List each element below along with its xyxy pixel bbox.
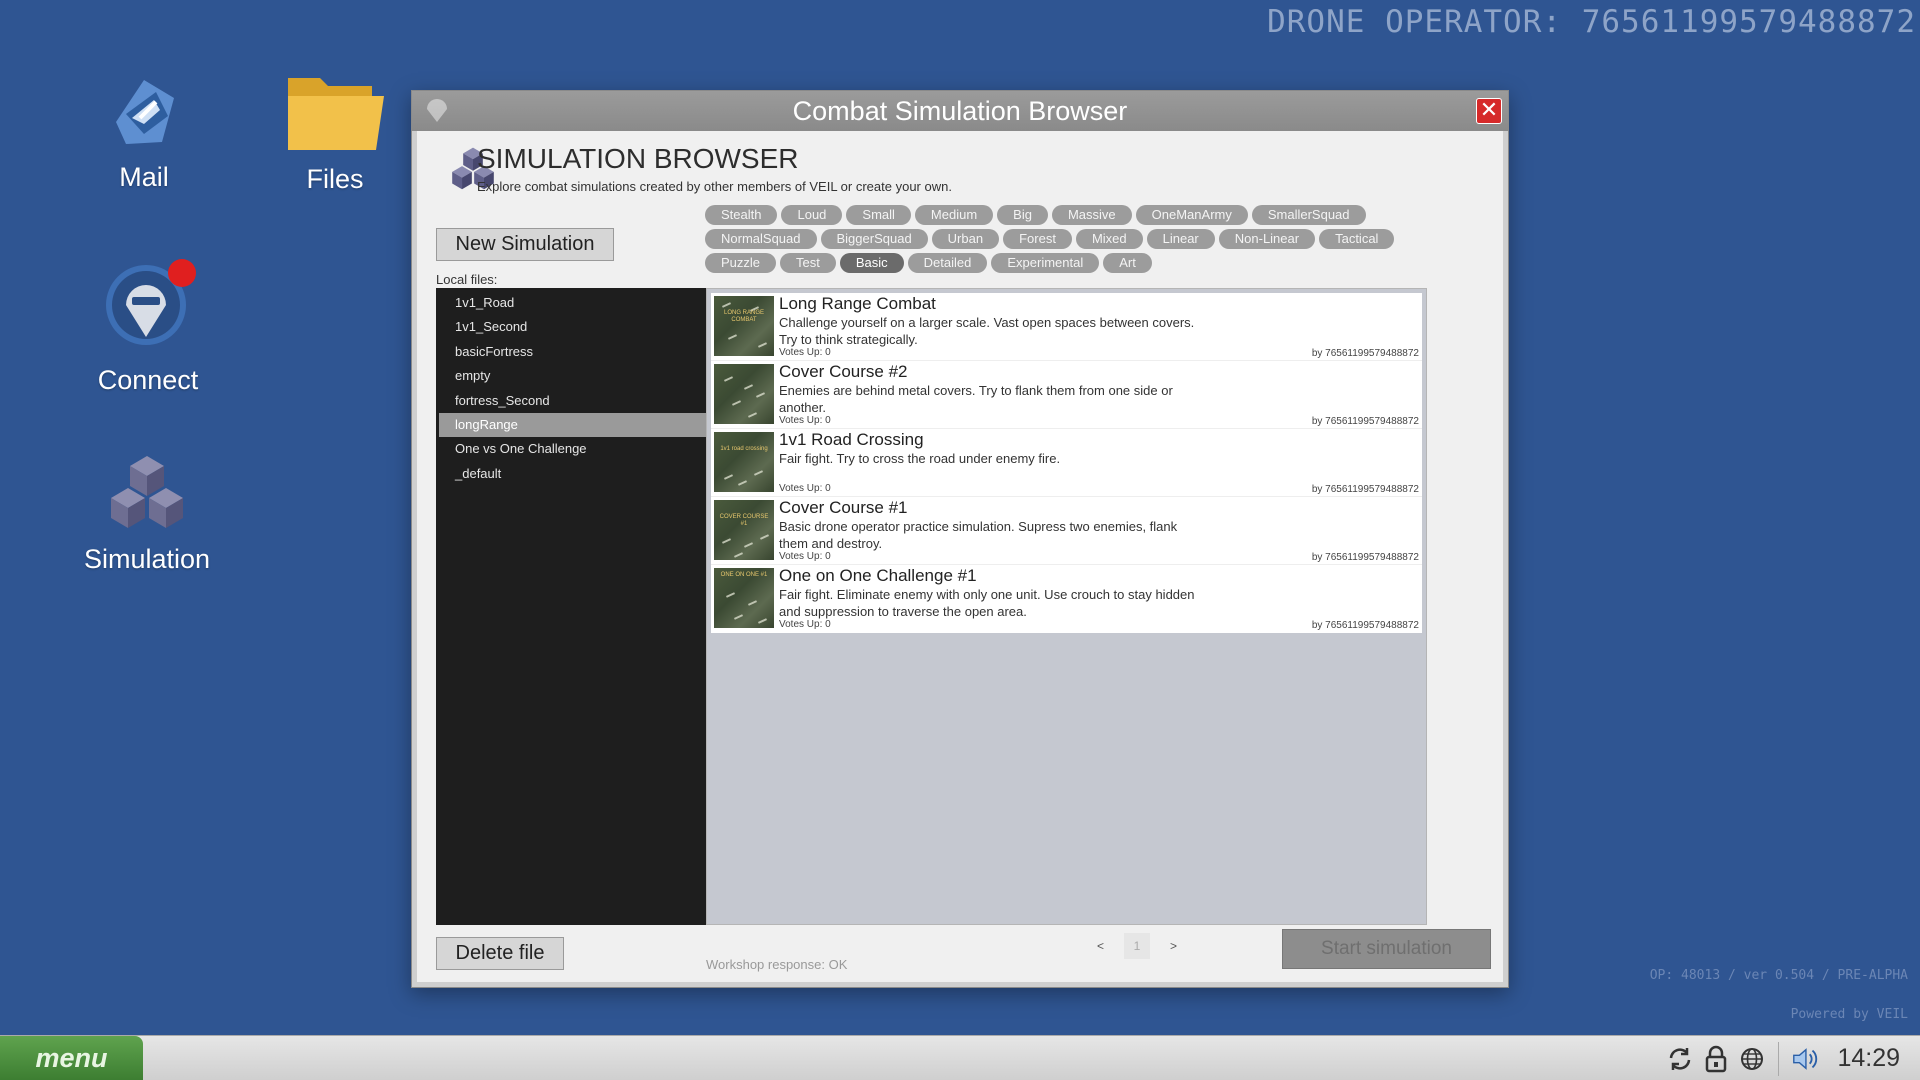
close-button[interactable]: ✕	[1476, 98, 1502, 124]
results-list: LONG RANGE COMBAT Long Range Combat Chal…	[711, 293, 1422, 633]
result-title: Cover Course #1	[779, 498, 908, 517]
result-author: by 76561199579488872	[1311, 620, 1419, 631]
page-number: 1	[1124, 933, 1151, 959]
system-tray: 14:29	[1666, 1036, 1920, 1080]
workshop-results-panel: LONG RANGE COMBAT Long Range Combat Chal…	[706, 288, 1427, 925]
tag-filter[interactable]: Big	[997, 205, 1048, 225]
result-title: Cover Course #2	[779, 362, 908, 381]
connect-icon	[106, 259, 196, 345]
local-files-label: Local files:	[436, 272, 498, 287]
tag-filter[interactable]: Tactical	[1319, 229, 1395, 249]
version-info: OP: 48013 / ver 0.504 / PRE-ALPHA	[1649, 968, 1908, 983]
window-titlebar[interactable]: Combat Simulation Browser ✕	[412, 91, 1508, 131]
veil-logo-icon	[427, 99, 447, 122]
tag-filter[interactable]: Test	[780, 253, 836, 273]
volume-icon[interactable]	[1791, 1045, 1819, 1073]
result-item[interactable]: 1v1 road crossing 1v1 Road Crossing Fair…	[711, 429, 1422, 497]
desktop-icon-simulation[interactable]: Simulation	[62, 452, 232, 575]
tag-filter[interactable]: Non-Linear	[1218, 229, 1316, 249]
tag-filter[interactable]: SmallerSquad	[1251, 205, 1366, 225]
tag-filter[interactable]: Detailed	[907, 253, 988, 273]
tag-filter-active[interactable]: Basic	[839, 253, 904, 273]
result-item[interactable]: Cover Course #2 Enemies are behind metal…	[711, 361, 1422, 429]
desktop-icon-files[interactable]: Files	[250, 72, 420, 195]
result-votes: Votes Up: 0	[779, 415, 831, 426]
pagination: < 1 >	[1097, 933, 1177, 959]
tag-filter[interactable]: Urban	[931, 229, 1000, 249]
powered-by: Powered by VEIL	[1790, 1007, 1908, 1022]
tag-filter[interactable]: Mixed	[1075, 229, 1143, 249]
tag-filter[interactable]: Art	[1103, 253, 1152, 273]
tag-filter[interactable]: Small	[846, 205, 911, 225]
result-author: by 76561199579488872	[1311, 484, 1419, 495]
result-description: Fair fight. Eliminate enemy with only on…	[779, 587, 1195, 619]
tag-filter[interactable]: BiggerSquad	[820, 229, 928, 249]
clock: 14:29	[1837, 1044, 1900, 1072]
desktop-icon-label: Connect	[97, 365, 199, 395]
result-votes: Votes Up: 0	[779, 483, 831, 494]
menu-button[interactable]: menu	[0, 1036, 143, 1080]
tag-filter[interactable]: Experimental	[991, 253, 1100, 273]
page-subtitle: Explore combat simulations created by ot…	[477, 179, 952, 194]
result-description: Fair fight. Try to cross the road under …	[779, 451, 1061, 466]
next-page-button[interactable]: >	[1170, 939, 1177, 953]
delete-file-button[interactable]: Delete file	[436, 937, 564, 970]
result-thumbnail: LONG RANGE COMBAT	[714, 296, 774, 356]
result-author: by 76561199579488872	[1311, 552, 1419, 563]
result-description: Challenge yourself on a larger scale. Va…	[779, 315, 1195, 347]
result-thumbnail: ONE ON ONE #1	[714, 568, 774, 628]
tag-filter-group: Stealth Loud Small Medium Big Massive On…	[705, 205, 1405, 277]
tag-filter[interactable]: Loud	[781, 205, 843, 225]
taskbar: menu 14:29	[0, 1035, 1920, 1080]
tag-filter[interactable]: Linear	[1146, 229, 1215, 249]
window-body: SIMULATION BROWSER Explore combat simula…	[417, 131, 1503, 982]
tag-filter[interactable]: OneManArmy	[1135, 205, 1248, 225]
mail-icon	[116, 80, 174, 144]
result-item[interactable]: ONE ON ONE #1 One on One Challenge #1 Fa…	[711, 565, 1422, 633]
desktop-icon-label: Simulation	[83, 544, 211, 574]
desktop-icon-mail[interactable]: Mail	[59, 72, 229, 193]
result-item[interactable]: LONG RANGE COMBAT Long Range Combat Chal…	[711, 293, 1422, 361]
result-votes: Votes Up: 0	[779, 619, 831, 630]
desktop-icon-connect[interactable]: Connect	[63, 255, 233, 396]
result-description: Enemies are behind metal covers. Try to …	[779, 383, 1173, 415]
result-thumbnail: COVER COURSE #1	[714, 500, 774, 560]
notification-badge	[168, 259, 196, 287]
result-votes: Votes Up: 0	[779, 347, 831, 358]
tag-filter[interactable]: Stealth	[705, 205, 778, 225]
tag-filter[interactable]: Puzzle	[705, 253, 777, 273]
sync-icon[interactable]	[1666, 1045, 1694, 1073]
simulation-browser-window: Combat Simulation Browser ✕ SIMULATION B…	[411, 90, 1509, 988]
tag-filter[interactable]: NormalSquad	[705, 229, 817, 249]
workshop-status: Workshop response: OK	[706, 957, 848, 972]
result-title: 1v1 Road Crossing	[779, 430, 924, 449]
globe-icon[interactable]	[1738, 1045, 1766, 1073]
tag-filter[interactable]: Forest	[1003, 229, 1072, 249]
prev-page-button[interactable]: <	[1097, 939, 1104, 953]
desktop-icon-label: Files	[306, 164, 364, 194]
operator-banner: DRONE OPERATOR: 76561199579488872	[1267, 4, 1916, 40]
result-title: One on One Challenge #1	[779, 566, 977, 585]
page-title: SIMULATION BROWSER	[477, 143, 799, 174]
result-votes: Votes Up: 0	[779, 551, 831, 562]
tray-divider	[1778, 1041, 1780, 1076]
result-thumbnail: 1v1 road crossing	[714, 432, 774, 492]
result-title: Long Range Combat	[779, 294, 936, 313]
result-description: Basic drone operator practice simulation…	[779, 519, 1178, 551]
desktop-icon-label: Mail	[119, 162, 169, 192]
window-title: Combat Simulation Browser	[792, 96, 1128, 126]
cubes-icon	[111, 456, 183, 528]
result-author: by 76561199579488872	[1311, 348, 1419, 359]
start-simulation-button[interactable]: Start simulation	[1282, 929, 1491, 969]
tag-filter[interactable]: Medium	[914, 205, 994, 225]
tag-filter[interactable]: Massive	[1051, 205, 1132, 225]
result-author: by 76561199579488872	[1311, 416, 1419, 427]
lock-icon[interactable]	[1702, 1045, 1730, 1073]
new-simulation-button[interactable]: New Simulation	[436, 228, 614, 261]
result-thumbnail	[714, 364, 774, 424]
result-item[interactable]: COVER COURSE #1 Cover Course #1 Basic dr…	[711, 497, 1422, 565]
folder-icon	[288, 78, 384, 150]
